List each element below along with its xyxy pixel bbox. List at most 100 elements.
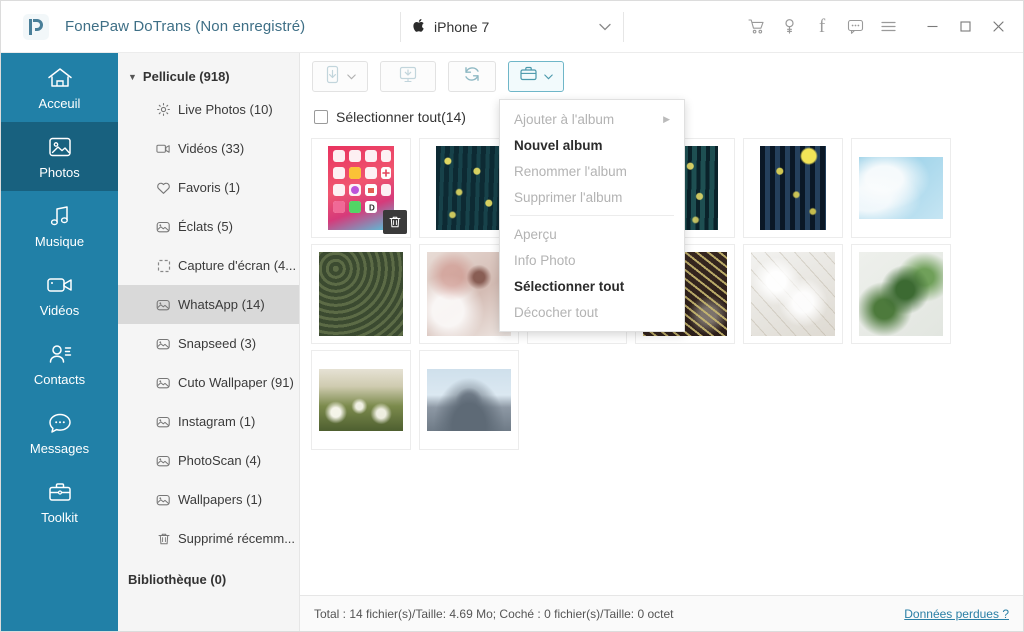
menu-item-supprimer-album[interactable]: Supprimer l'album [500,184,684,210]
sidebar-item-musique[interactable]: Musique [1,191,118,260]
menu-item-info-photo[interactable]: Info Photo [500,247,684,273]
tree-item-label: Éclats (5) [178,219,233,234]
tree-root-bibliotheque[interactable]: Bibliothèque (0) [118,558,299,593]
add-to-device-button[interactable] [312,61,368,92]
content-toolbar [300,53,1023,100]
tree-item-videos[interactable]: Vidéos (33) [118,129,299,168]
cart-icon[interactable] [741,12,771,42]
photo-cell[interactable]: D [311,138,411,238]
menu-item-selectionner-tout[interactable]: Sélectionner tout [500,273,684,299]
caret-down-icon[interactable]: ▼ [128,72,137,82]
close-button[interactable] [983,12,1013,42]
screenshot-icon [156,258,171,273]
select-all-checkbox[interactable] [314,110,328,124]
white-blossom-bright [751,252,835,336]
video-icon [156,141,171,156]
apple-icon [413,18,426,36]
maximize-button[interactable] [950,12,980,42]
album-menu-button[interactable] [508,61,564,92]
sidebar-item-label: Toolkit [41,509,78,525]
feedback-icon[interactable] [840,12,870,42]
tree-item-cuto-wallpaper[interactable]: Cuto Wallpaper (91) [118,363,299,402]
trash-icon[interactable] [383,210,407,234]
tree-item-wallpapers[interactable]: Wallpapers (1) [118,480,299,519]
menu-item-ajouter-album[interactable]: Ajouter à l'album ▶ [500,106,684,132]
photo-cell[interactable] [851,138,951,238]
sidebar-item-videos[interactable]: Vidéos [1,260,118,329]
chevron-down-icon[interactable] [544,71,553,83]
government-building [427,369,511,431]
tree-item-label: Live Photos (10) [178,102,273,117]
content-panel: Sélectionner tout(14) D Ajouter à l'albu… [300,53,1023,631]
green-leaves-white-bg [859,252,943,336]
menu-icon[interactable] [873,12,903,42]
status-bar: Total : 14 fichier(s)/Taille: 4.69 Mo; C… [300,595,1023,631]
photo-cell[interactable] [743,138,843,238]
title-bar: FonePaw DoTrans (Non enregistré) iPhone … [1,1,1023,53]
sidebar-item-label: Acceuil [38,95,81,111]
device-selector[interactable]: iPhone 7 [400,11,624,42]
white-blossom-blue-sky [859,157,943,219]
sidebar-item-label: Photos [39,164,80,180]
facebook-icon[interactable]: f [807,12,837,42]
photo-cell[interactable] [743,244,843,344]
export-to-pc-button[interactable] [380,61,436,92]
sidebar-item-messages[interactable]: Messages [1,398,118,467]
tree-item-label: Vidéos (33) [178,141,245,156]
tree-item-favoris[interactable]: Favoris (1) [118,168,299,207]
menu-item-decocher-tout[interactable]: Décocher tout [500,299,684,325]
tree-item-label: Favoris (1) [178,180,241,195]
tree-item-capture-ecran[interactable]: Capture d'écran (4... [118,246,299,285]
menu-item-nouvel-album[interactable]: Nouvel album [500,132,684,158]
phone-import-icon [324,65,341,89]
album-icon [156,414,171,429]
sidebar-item-photos[interactable]: Photos [1,122,118,191]
photo-cell[interactable] [311,244,411,344]
sidebar-item-toolkit[interactable]: Toolkit [1,467,118,536]
tree-item-eclats[interactable]: Éclats (5) [118,207,299,246]
fonepaw-logo-icon [23,13,49,40]
main-nav-rail: Acceuil Photos Musique Vidéos Contacts M… [1,53,118,631]
chevron-down-icon [599,20,611,34]
tree-item-instagram[interactable]: Instagram (1) [118,402,299,441]
contacts-icon [46,341,74,367]
refresh-icon [462,64,482,89]
chevron-down-icon[interactable] [347,71,356,83]
heart-icon [156,180,171,195]
tree-item-live-photos[interactable]: Live Photos (10) [118,90,299,129]
sidebar-item-contacts[interactable]: Contacts [1,329,118,398]
tree-item-label: Wallpapers (1) [178,492,263,507]
album-tree-panel: ▼ Pellicule (918) Live Photos (10) Vidéo… [118,53,300,631]
live-photos-icon [156,102,171,117]
photo-cell[interactable] [419,350,519,450]
tree-item-label: Supprimé récemm... [178,531,296,546]
photo-cell[interactable] [311,350,411,450]
tree-item-snapseed[interactable]: Snapseed (3) [118,324,299,363]
titlebar-icon-group: f [741,12,1023,42]
tree-item-photoscan[interactable]: PhotoScan (4) [118,441,299,480]
lost-data-link[interactable]: Données perdues ? [904,607,1009,621]
tree-root-pellicule[interactable]: ▼ Pellicule (918) [118,63,299,90]
application-window: FonePaw DoTrans (Non enregistré) iPhone … [0,0,1024,632]
tree-item-supprime-recemment[interactable]: Supprimé récemm... [118,519,299,558]
menu-item-renommer-album[interactable]: Renommer l'album [500,158,684,184]
sidebar-item-label: Messages [29,440,90,456]
sidebar-item-acceuil[interactable]: Acceuil [1,53,118,122]
toolkit-icon [46,479,74,505]
svg-text:D: D [369,204,375,213]
photo-cell[interactable] [851,244,951,344]
music-icon [46,203,74,229]
album-icon [156,375,171,390]
tree-root-label: Pellicule (918) [142,69,230,84]
menu-item-apercu[interactable]: Aperçu [500,221,684,247]
tree-item-label: PhotoScan (4) [178,453,262,468]
key-icon[interactable] [774,12,804,42]
tree-item-label: Cuto Wallpaper (91) [178,375,294,390]
refresh-button[interactable] [448,61,496,92]
tree-item-whatsapp[interactable]: WhatsApp (14) [118,285,299,324]
home-icon [46,65,74,91]
sidebar-item-label: Musique [34,233,85,249]
album-icon [156,297,171,312]
dandelion-field [319,369,403,431]
minimize-button[interactable] [917,12,947,42]
